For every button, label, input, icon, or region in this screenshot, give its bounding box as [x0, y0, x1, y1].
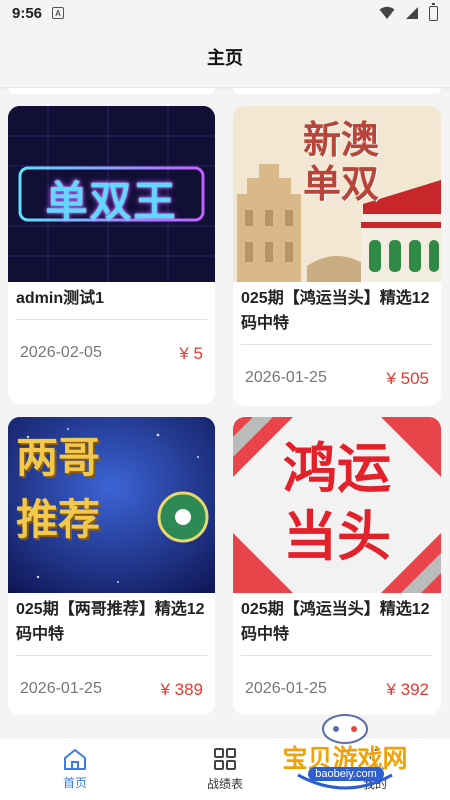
card-title: 025期【鸿运当头】精选12码中特	[241, 290, 430, 332]
card-title: 025期【两哥推荐】精选12码中特	[16, 601, 205, 643]
product-card[interactable]: 两哥 推荐 025期【两哥推荐】精选12码中特 2026-01-25 ¥ 389	[8, 417, 215, 715]
card-price: ¥ 5	[179, 344, 203, 363]
card-image: 单双王	[8, 106, 215, 282]
card-image-text: 两哥 推荐	[16, 427, 166, 551]
tab-label: 首页	[62, 775, 87, 790]
divider	[16, 319, 207, 320]
divider	[241, 655, 433, 656]
card-title: 025期【鸿运当头】精选12码中特	[241, 601, 430, 643]
previous-card-peek	[8, 88, 215, 94]
card-image-text: 单双王	[45, 178, 178, 225]
image-text-line: 两哥	[16, 433, 101, 482]
card-image: 鸿运 当头	[233, 417, 441, 593]
image-text-line: 当头	[283, 507, 391, 567]
divider	[241, 344, 433, 345]
card-price: ¥ 392	[386, 680, 429, 699]
product-card[interactable]: 新澳 单双 025期【鸿运当头】精选12码中特 2026-01-25 ¥ 505	[233, 106, 441, 406]
header: 主页	[0, 26, 450, 88]
image-text-line: 鸿运	[283, 439, 391, 499]
home-icon	[64, 748, 86, 770]
battery-icon	[429, 2, 438, 21]
card-image-text: 鸿运 当头	[233, 435, 441, 571]
product-card[interactable]: 鸿运 当头 025期【鸿运当头】精选12码中特 2026-01-25 ¥ 392	[233, 417, 441, 715]
card-date: 2026-02-05	[20, 344, 102, 361]
card-price: ¥ 389	[160, 680, 203, 699]
status-indicators	[379, 2, 438, 21]
card-image: 新澳 单双	[233, 106, 441, 282]
notification-icon: A	[52, 7, 65, 19]
tab-home[interactable]: 首页	[0, 738, 150, 800]
card-title: admin测试1	[16, 290, 105, 307]
card-date: 2026-01-25	[245, 680, 327, 697]
site-watermark: 宝贝游戏网 baobeiy.com	[270, 705, 420, 795]
image-text-line: 推荐	[16, 495, 101, 544]
status-time: 9:56	[12, 4, 43, 22]
page-title: 主页	[207, 47, 243, 68]
status-bar: 9:56 A	[0, 0, 450, 26]
card-date: 2026-01-25	[245, 369, 327, 386]
card-date: 2026-01-25	[20, 680, 102, 697]
grid-icon	[214, 747, 236, 770]
tab-label: 战绩表	[206, 776, 243, 791]
card-image-text: 新澳 单双	[281, 118, 401, 206]
card-image: 两哥 推荐	[8, 417, 215, 593]
wifi-icon	[379, 6, 395, 19]
image-text-line: 单双	[302, 161, 379, 206]
previous-card-peek	[233, 88, 441, 94]
image-text-line: 新澳	[302, 117, 379, 162]
divider	[16, 655, 207, 656]
card-price: ¥ 505	[386, 369, 429, 388]
watermark-url: baobeiy.com	[308, 767, 384, 781]
product-card[interactable]: 单双王 admin测试1 2026-02-05 ¥ 5	[8, 106, 215, 404]
signal-icon	[406, 7, 418, 19]
